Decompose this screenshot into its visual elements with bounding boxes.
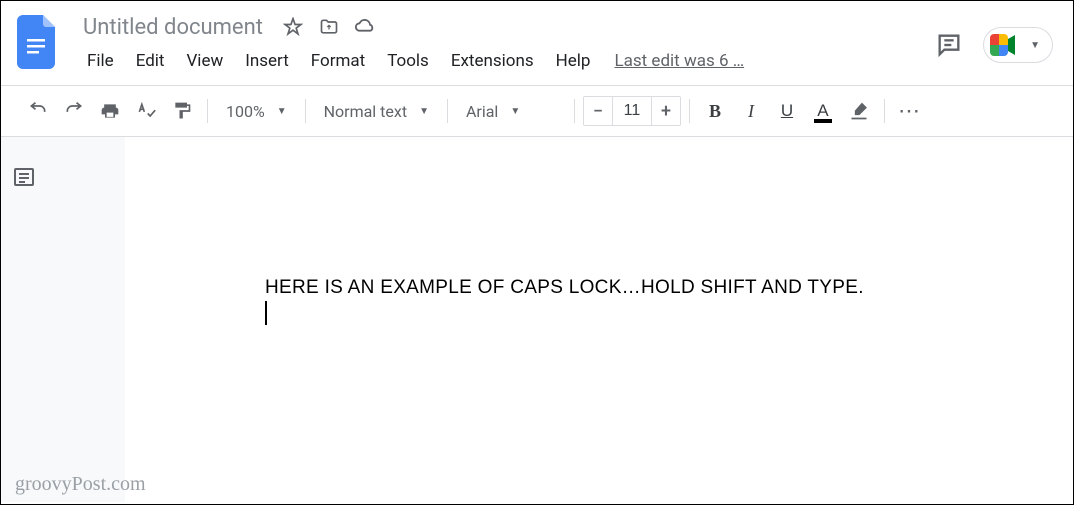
underline-button[interactable]: U	[770, 94, 804, 128]
star-icon[interactable]	[281, 15, 305, 39]
meet-icon	[988, 32, 1018, 58]
chevron-down-icon: ▼	[510, 106, 520, 117]
separator	[689, 99, 690, 123]
redo-button[interactable]	[57, 94, 91, 128]
meet-button[interactable]: ▼	[983, 27, 1053, 63]
more-button[interactable]: ⋯	[893, 94, 927, 128]
zoom-dropdown[interactable]: 100% ▼	[216, 94, 297, 128]
text-cursor	[265, 301, 267, 325]
chevron-down-icon: ▼	[277, 106, 287, 117]
last-edit-link[interactable]: Last edit was 6 …	[614, 51, 744, 71]
text-color-button[interactable]: A	[806, 94, 840, 128]
document-text: HERE IS AN EXAMPLE OF CAPS LOCK…HOLD SHI…	[265, 277, 1073, 299]
document-title[interactable]: Untitled document	[77, 13, 269, 42]
highlight-button[interactable]	[842, 94, 876, 128]
paint-format-button[interactable]	[165, 94, 199, 128]
style-dropdown[interactable]: Normal text ▼	[314, 94, 439, 128]
italic-button[interactable]: I	[734, 94, 768, 128]
separator	[574, 99, 575, 123]
header-right: ▼	[935, 27, 1053, 63]
comments-icon[interactable]	[935, 31, 963, 59]
toolbar: 100% ▼ Normal text ▼ Arial ▼ − + B I U A…	[1, 85, 1073, 137]
title-area: Untitled document File Edit View Insert …	[77, 9, 935, 75]
separator	[305, 99, 306, 123]
cloud-status-icon[interactable]	[353, 15, 377, 39]
increase-font-button[interactable]: +	[652, 97, 680, 125]
style-value: Normal text	[324, 102, 407, 121]
undo-button[interactable]	[21, 94, 55, 128]
canvas-area: HERE IS AN EXAMPLE OF CAPS LOCK…HOLD SHI…	[1, 137, 1073, 502]
separator	[447, 99, 448, 123]
separator	[207, 99, 208, 123]
decrease-font-button[interactable]: −	[584, 97, 612, 125]
move-folder-icon[interactable]	[317, 15, 341, 39]
zoom-value: 100%	[226, 102, 265, 121]
menu-view[interactable]: View	[176, 47, 233, 75]
bold-button[interactable]: B	[698, 94, 732, 128]
docs-logo[interactable]	[17, 15, 57, 69]
font-size-input[interactable]	[612, 97, 652, 125]
chevron-down-icon: ▼	[419, 106, 429, 117]
document-page[interactable]: HERE IS AN EXAMPLE OF CAPS LOCK…HOLD SHI…	[125, 137, 1073, 502]
menu-file[interactable]: File	[77, 47, 124, 75]
font-size-group: − +	[583, 96, 681, 126]
separator	[884, 99, 885, 123]
spellcheck-button[interactable]	[129, 94, 163, 128]
watermark: groovyPost.com	[15, 473, 146, 496]
menu-bar: File Edit View Insert Format Tools Exten…	[77, 47, 935, 75]
menu-edit[interactable]: Edit	[126, 47, 175, 75]
outline-icon[interactable]	[12, 165, 40, 193]
font-value: Arial	[466, 102, 498, 121]
menu-insert[interactable]: Insert	[235, 47, 299, 75]
left-gutter	[1, 137, 51, 502]
title-row: Untitled document	[77, 9, 935, 45]
chevron-down-icon: ▼	[1030, 40, 1040, 51]
menu-format[interactable]: Format	[301, 47, 375, 75]
font-dropdown[interactable]: Arial ▼	[456, 94, 566, 128]
menu-extensions[interactable]: Extensions	[441, 47, 544, 75]
menu-help[interactable]: Help	[546, 47, 601, 75]
print-button[interactable]	[93, 94, 127, 128]
header-bar: Untitled document File Edit View Insert …	[1, 1, 1073, 85]
menu-tools[interactable]: Tools	[377, 47, 439, 75]
